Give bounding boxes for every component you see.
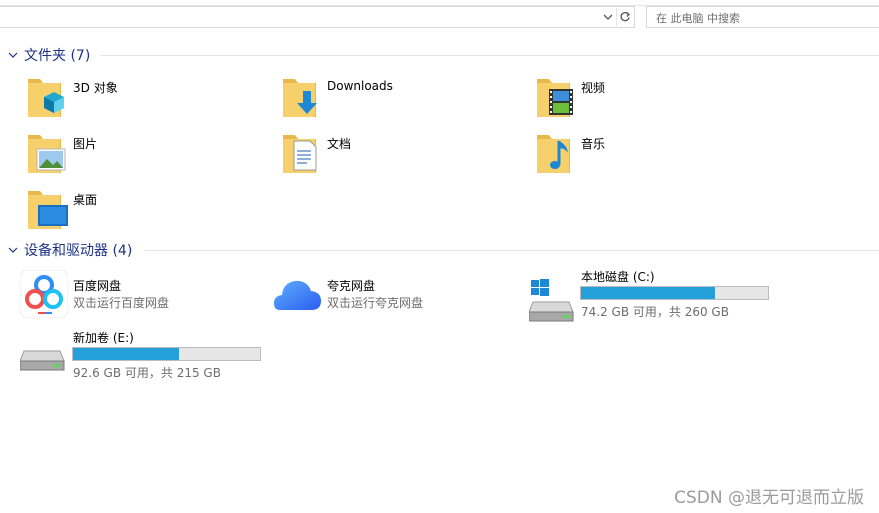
- device-item-new-volume-e[interactable]: 新加卷 (E:) 92.6 GB 可用，共 215 GB: [20, 327, 270, 380]
- drive-usage-bar: [580, 286, 769, 300]
- drive-usage-fill: [73, 348, 180, 360]
- divider: [145, 250, 879, 251]
- device-item-local-disk-c[interactable]: 本地磁盘 (C:) 74.2 GB 可用，共 260 GB: [529, 266, 779, 322]
- device-label: 本地磁盘 (C:): [581, 270, 655, 284]
- drive-space-text: 74.2 GB 可用，共 260 GB: [581, 305, 729, 319]
- device-description: 双击运行夸克网盘: [327, 296, 424, 310]
- folder-item-downloads[interactable]: Downloads: [281, 73, 511, 121]
- folder-label: Downloads: [327, 79, 393, 93]
- windows-drive-icon: [529, 279, 574, 322]
- group-title: 文件夹 (7): [24, 48, 91, 64]
- downloads-folder-icon: [283, 79, 317, 117]
- device-label: 新加卷 (E:): [73, 331, 134, 345]
- quark-netdisk-icon: [274, 280, 321, 310]
- folder-item-videos[interactable]: 视频: [535, 73, 765, 121]
- toolbar: 在 此电脑 中搜索: [0, 0, 879, 30]
- chevron-down-icon[interactable]: [7, 49, 19, 61]
- folder-label: 文档: [327, 137, 352, 151]
- desktop-folder-icon: [28, 191, 68, 229]
- chevron-down-icon[interactable]: [600, 8, 616, 26]
- drive-usage-bar: [72, 347, 261, 361]
- folder-item-music[interactable]: 音乐: [535, 129, 765, 177]
- search-input[interactable]: 在 此电脑 中搜索: [646, 6, 879, 28]
- folder-item-desktop[interactable]: 桌面: [26, 185, 256, 233]
- group-header-folders[interactable]: 文件夹 (7): [0, 45, 879, 65]
- folder-label: 桌面: [73, 193, 98, 207]
- address-bar[interactable]: [0, 6, 635, 28]
- videos-folder-icon: [537, 79, 573, 117]
- device-item-quark-netdisk[interactable]: 夸克网盘 双击运行夸克网盘: [274, 270, 514, 318]
- baidu-netdisk-icon: [20, 270, 68, 318]
- search-placeholder: 在 此电脑 中搜索: [656, 12, 740, 25]
- documents-folder-icon: [283, 135, 317, 173]
- folder-label: 音乐: [581, 137, 606, 151]
- divider: [100, 55, 879, 56]
- pictures-folder-icon: [28, 135, 66, 173]
- drive-space-text: 92.6 GB 可用，共 215 GB: [73, 366, 221, 380]
- watermark: CSDN @退无可退而立版: [674, 488, 864, 508]
- device-item-baidu-netdisk[interactable]: 百度网盘 双击运行百度网盘: [20, 270, 260, 318]
- 3d-objects-folder-icon: [28, 79, 64, 117]
- folder-item-pictures[interactable]: 图片: [26, 129, 256, 177]
- folder-label: 3D 对象: [73, 81, 118, 95]
- device-label: 夸克网盘: [327, 279, 376, 293]
- group-title: 设备和驱动器 (4): [24, 243, 133, 259]
- refresh-icon[interactable]: [617, 8, 633, 26]
- device-label: 百度网盘: [73, 279, 122, 293]
- folder-item-3d-objects[interactable]: 3D 对象: [26, 73, 256, 121]
- chevron-down-icon[interactable]: [7, 244, 19, 256]
- folder-label: 图片: [73, 137, 98, 151]
- group-header-devices[interactable]: 设备和驱动器 (4): [0, 240, 879, 260]
- drive-usage-fill: [581, 287, 715, 299]
- device-description: 双击运行百度网盘: [73, 296, 170, 310]
- folder-label: 视频: [581, 81, 606, 95]
- folder-item-documents[interactable]: 文档: [281, 129, 511, 177]
- music-folder-icon: [537, 135, 570, 173]
- drive-icon: [20, 350, 65, 371]
